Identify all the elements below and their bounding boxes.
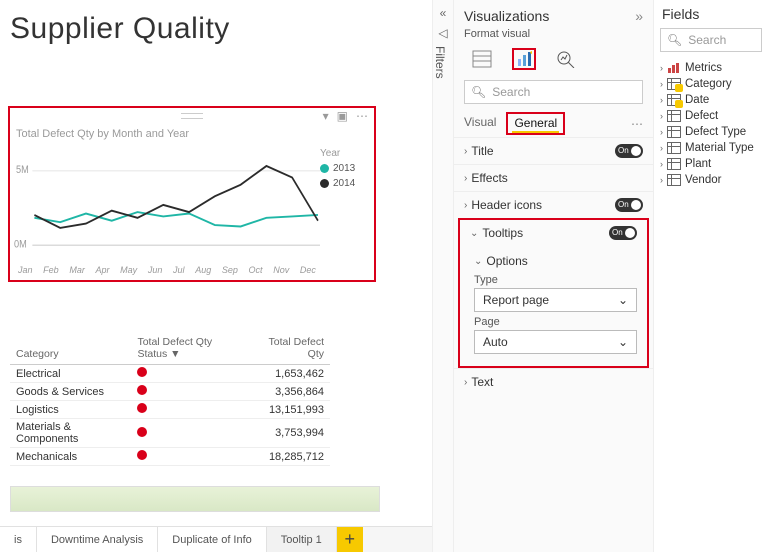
svg-text:5M: 5M — [16, 165, 29, 177]
focus-mode-icon[interactable]: ▣ — [337, 109, 348, 123]
chart-plot: 5M 0M JanFebMarAprMayJunJulAugSepOctNovD… — [14, 142, 320, 262]
chevron-right-icon: › — [660, 111, 663, 121]
chevron-right-icon: › — [464, 200, 467, 211]
field-item[interactable]: ›Date — [660, 92, 762, 108]
table-icon — [667, 110, 681, 122]
table-icon — [667, 94, 681, 106]
filters-label: Filters — [433, 46, 447, 79]
more-options-icon[interactable]: ⋯ — [356, 109, 368, 123]
tooltips-toggle[interactable]: On — [609, 226, 637, 240]
chevron-right-icon: › — [464, 173, 467, 184]
table-icon — [667, 158, 681, 170]
fields-title: Fields — [660, 6, 762, 22]
chevron-right-icon: › — [660, 127, 663, 137]
chevron-right-icon: › — [660, 159, 663, 169]
table-icon — [667, 126, 681, 138]
section-tooltips[interactable]: ⌄Tooltips On — [460, 220, 647, 246]
chevron-right-icon: › — [464, 377, 467, 388]
filter-icon[interactable]: ▾ — [323, 109, 329, 123]
tooltip-page-select[interactable]: Auto⌄ — [474, 330, 637, 354]
format-visual-icon[interactable] — [512, 48, 536, 70]
status-dot-icon — [137, 427, 147, 437]
field-item[interactable]: ›Defect Type — [660, 124, 762, 140]
add-page-button[interactable]: + — [337, 527, 363, 552]
status-dot-icon — [137, 450, 147, 460]
table-icon — [667, 142, 681, 154]
header-icons-toggle[interactable]: On — [615, 198, 643, 212]
chevron-right-icon: › — [660, 63, 663, 73]
table-row[interactable]: Goods & Services3,356,864 — [10, 383, 330, 401]
more-format-icon[interactable]: ⋯ — [631, 117, 643, 131]
table-row[interactable]: Logistics13,151,993 — [10, 401, 330, 419]
page-tab[interactable]: Tooltip 1 — [267, 527, 337, 552]
chevron-right-icon: › — [660, 95, 663, 105]
collapse-right-icon[interactable]: » — [635, 8, 643, 24]
page-tab[interactable]: is — [0, 527, 37, 552]
status-dot-icon — [137, 403, 147, 413]
table-row[interactable]: Electrical1,653,462 — [10, 365, 330, 383]
section-title[interactable]: ›Title On — [454, 137, 653, 164]
fields-pane: Fields 🔍︎ Search ›Metrics›Category›Date›… — [654, 0, 768, 552]
field-item[interactable]: ›Plant — [660, 156, 762, 172]
title-toggle[interactable]: On — [615, 144, 643, 158]
field-item[interactable]: ›Metrics — [660, 60, 762, 76]
visualizations-pane: Visualizations » Format visual 🔍︎ Search… — [454, 0, 654, 552]
page-tab[interactable]: Duplicate of Info — [158, 527, 267, 552]
page-title: Supplier Quality — [10, 12, 432, 46]
field-item[interactable]: ›Category — [660, 76, 762, 92]
line-chart-visual[interactable]: ▾ ▣ ⋯ Total Defect Qty by Month and Year… — [8, 106, 376, 282]
tab-general[interactable]: General — [506, 112, 565, 135]
report-canvas[interactable]: Supplier Quality ▾ ▣ ⋯ Total Defect Qty … — [0, 0, 432, 552]
column-header[interactable]: Total Defect Qty — [247, 332, 330, 365]
build-visual-icon[interactable] — [470, 48, 494, 70]
chevron-right-icon: › — [660, 143, 663, 153]
chevron-down-icon: ⌄ — [470, 228, 478, 239]
field-item[interactable]: ›Vendor — [660, 172, 762, 188]
table-row[interactable]: Materials & Components3,753,994 — [10, 419, 330, 448]
page-tabs: isDowntime AnalysisDuplicate of InfoTool… — [0, 526, 432, 552]
analytics-icon[interactable] — [554, 48, 578, 70]
page-label: Page — [474, 316, 637, 328]
field-item[interactable]: ›Defect — [660, 108, 762, 124]
chevron-down-icon: ⌄ — [474, 256, 482, 267]
map-visual[interactable] — [10, 486, 380, 512]
tooltip-type-select[interactable]: Report page⌄ — [474, 288, 637, 312]
column-header[interactable]: Category — [10, 332, 131, 365]
field-item[interactable]: ›Material Type — [660, 140, 762, 156]
format-visual-label: Format visual — [454, 28, 653, 46]
section-header-icons[interactable]: ›Header icons On — [454, 191, 653, 218]
search-icon: 🔍︎ — [471, 85, 486, 99]
tab-visual[interactable]: Visual — [464, 115, 496, 132]
svg-text:0M: 0M — [14, 239, 27, 251]
fields-search-input[interactable]: 🔍︎ Search — [660, 28, 762, 52]
visualizations-title: Visualizations — [464, 8, 549, 24]
section-text[interactable]: ›Text — [454, 368, 653, 395]
table-icon — [667, 62, 681, 74]
table-icon — [667, 78, 681, 90]
options-header[interactable]: ⌄Options — [474, 254, 637, 268]
chevron-down-icon: ⌄ — [618, 293, 628, 307]
section-effects[interactable]: ›Effects — [454, 164, 653, 191]
chart-title: Total Defect Qty by Month and Year — [16, 128, 374, 140]
chevron-down-icon: ⌄ — [618, 335, 628, 349]
search-icon: 🔍︎ — [667, 33, 682, 47]
column-header[interactable]: Total Defect Qty Status ▼ — [131, 332, 247, 365]
chart-legend: Year 20132014 — [320, 142, 370, 262]
chevron-right-icon: › — [464, 146, 467, 157]
table-row[interactable]: Mechanicals18,285,712 — [10, 448, 330, 466]
filters-pane-collapsed[interactable]: « ◁ Filters — [432, 0, 454, 552]
chevron-right-icon: › — [660, 175, 663, 185]
status-dot-icon — [137, 367, 147, 377]
format-search-input[interactable]: 🔍︎ Search — [464, 80, 643, 104]
page-tab[interactable]: Downtime Analysis — [37, 527, 158, 552]
type-label: Type — [474, 274, 637, 286]
drag-handle-icon[interactable] — [181, 113, 203, 119]
status-dot-icon — [137, 385, 147, 395]
bookmark-icon[interactable]: ◁ — [433, 26, 453, 40]
collapse-left-icon[interactable]: « — [433, 6, 453, 20]
chevron-right-icon: › — [660, 79, 663, 89]
table-visual[interactable]: CategoryTotal Defect Qty Status ▼Total D… — [10, 332, 330, 466]
table-icon — [667, 174, 681, 186]
